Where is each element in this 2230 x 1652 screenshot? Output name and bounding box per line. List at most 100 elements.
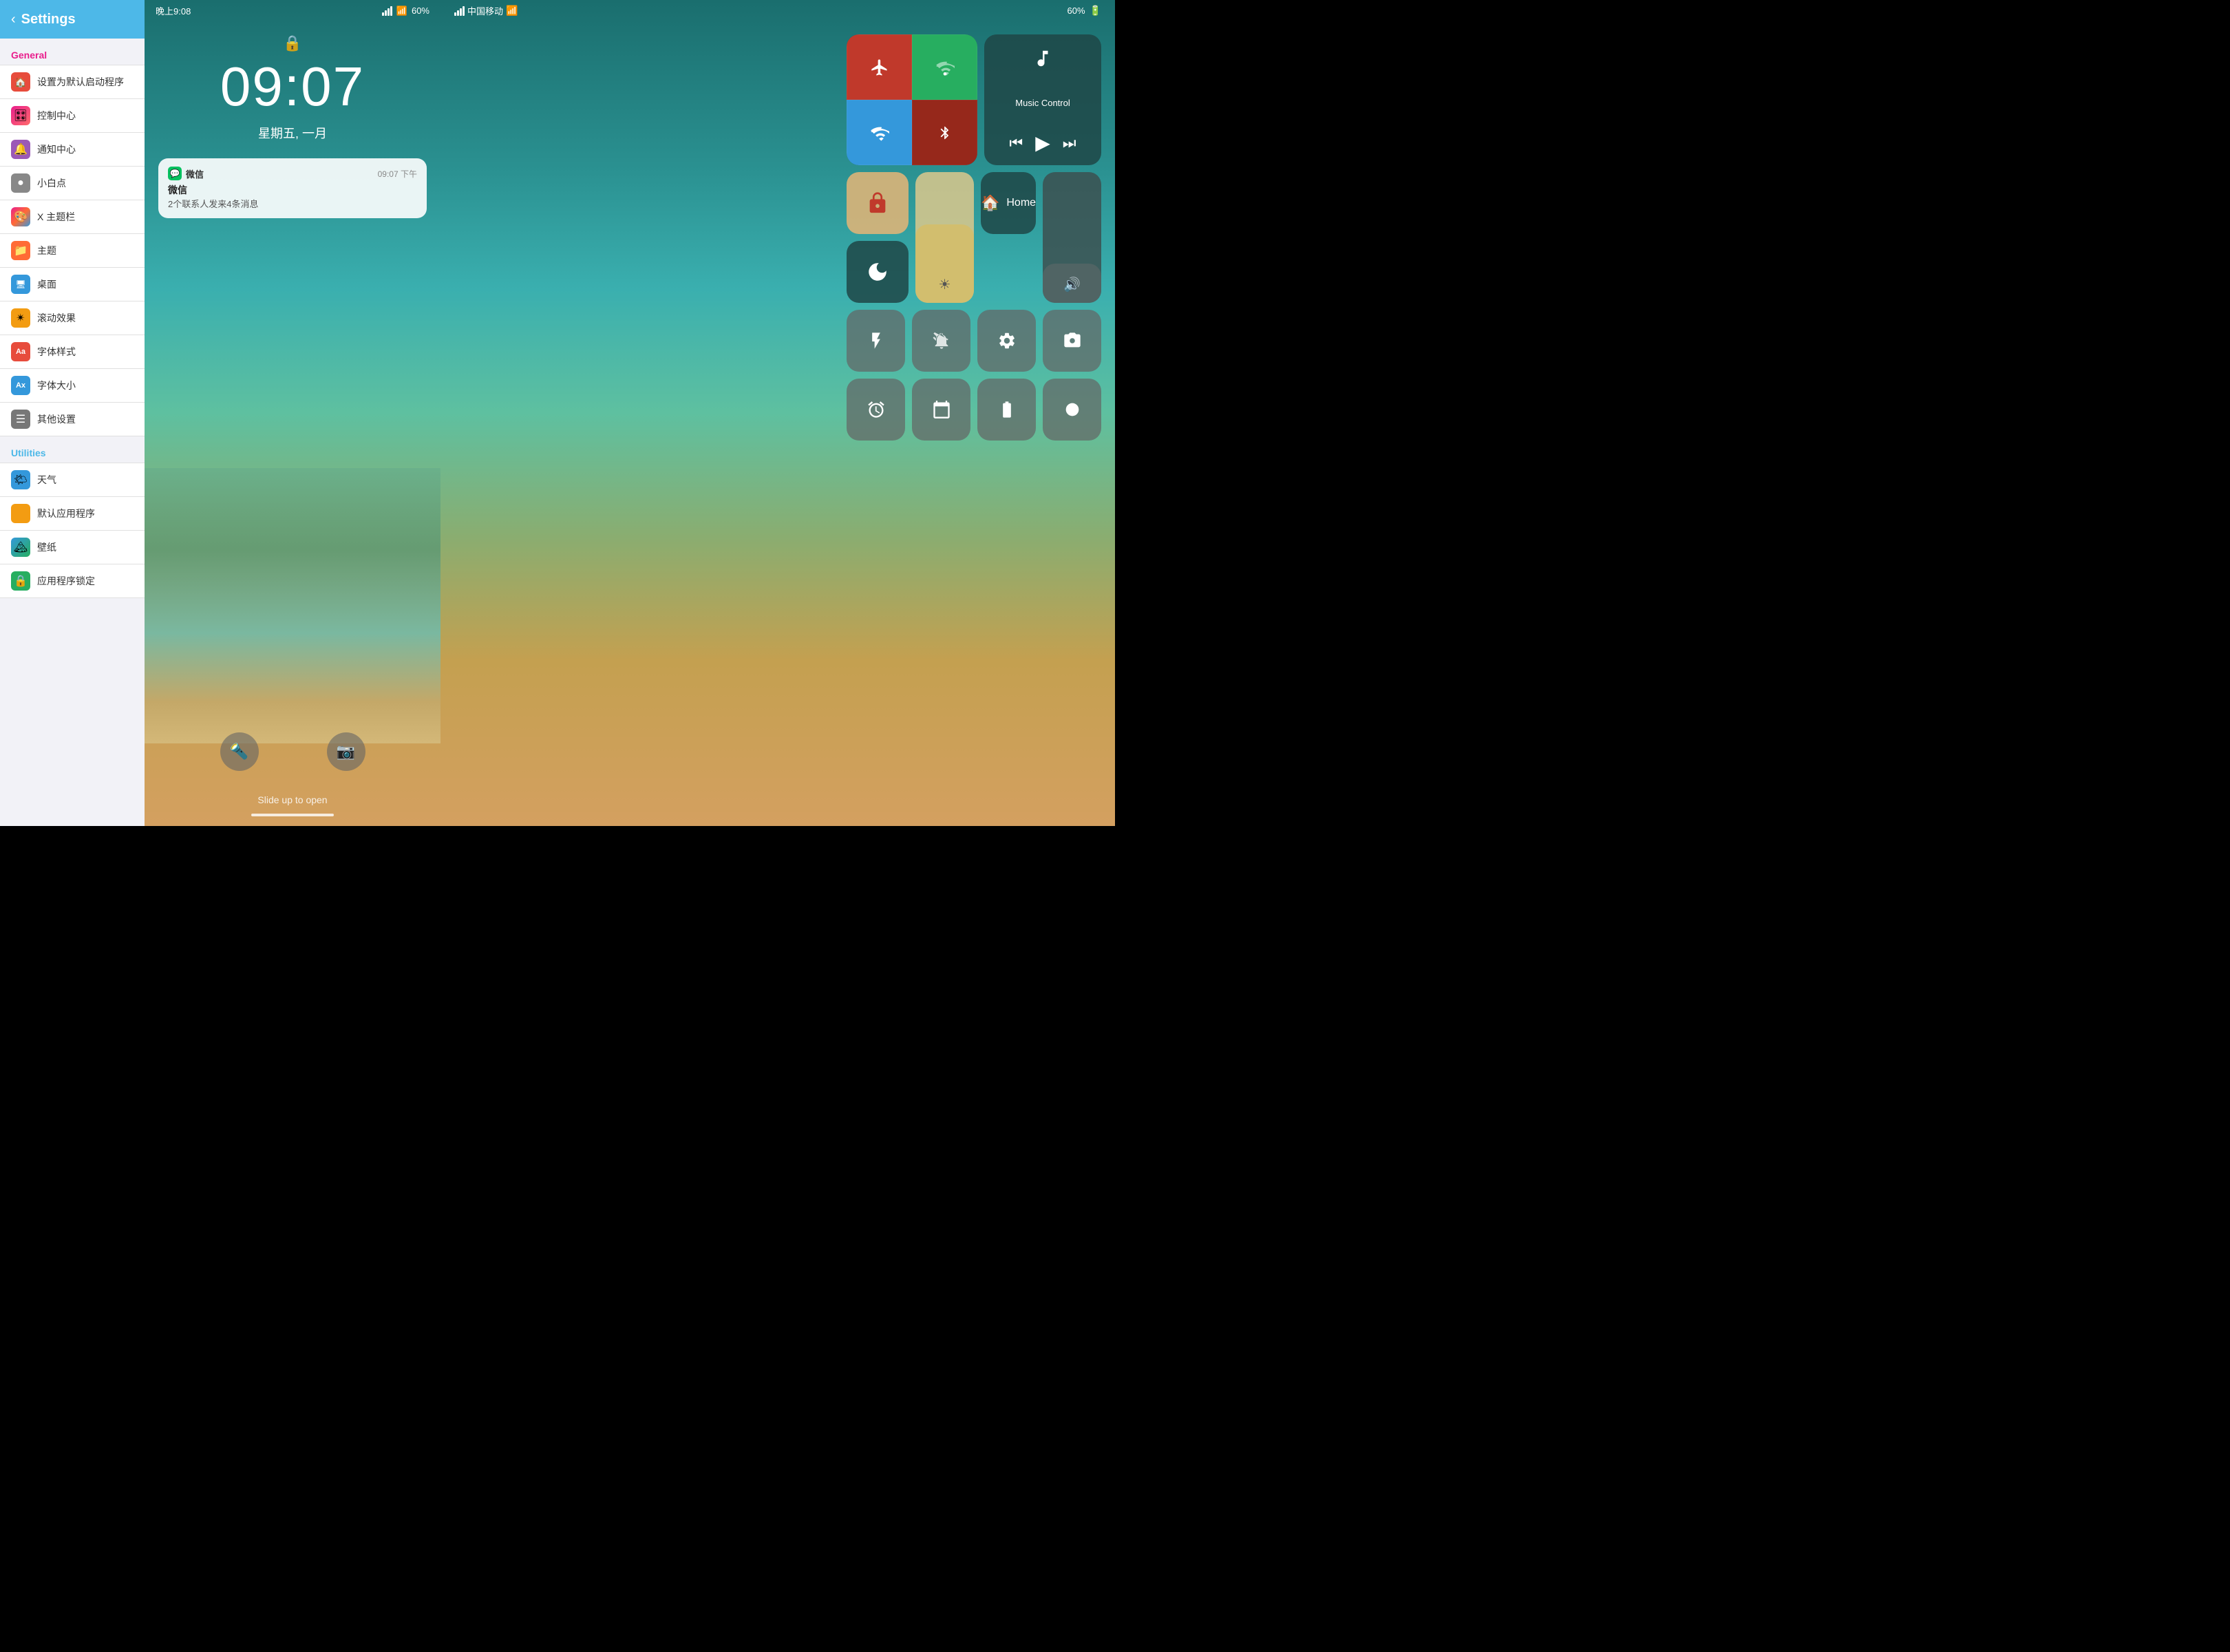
notification-app: 💬 微信 [168,167,204,180]
cc-alarm-button[interactable] [847,379,905,441]
control-center-label: 控制中心 [37,109,76,123]
cc-screen-lock-button[interactable] [847,172,909,234]
cc-carrier: 中国移动 [467,4,503,17]
lock-slide-bar [251,814,334,816]
settings-item-control-center[interactable]: 🎛 控制中心 [0,99,145,133]
cc-calendar-button[interactable] [912,379,970,441]
general-items-group: 🏠 设置为默认启动程序 🎛 控制中心 🔔 通知中心 ● 小白点 🎨 X 主题栏 … [0,65,145,436]
notification-center-label: 通知中心 [37,142,76,156]
settings-item-assistive-touch[interactable]: ● 小白点 [0,167,145,200]
cc-content: Music Control ⏮ ▶ ⏭ [840,28,1108,447]
settings-item-font-size[interactable]: Ax 字体大小 [0,369,145,403]
cc-record-button[interactable] [1043,379,1101,441]
cc-settings-button[interactable] [977,310,1036,372]
desktop-icon: 🖥 [11,275,30,294]
cc-utils-row [847,379,1101,441]
font-style-icon: Aa [11,342,30,361]
cc-airplane-button[interactable] [847,34,912,100]
notification-title: 微信 [168,183,417,197]
music-next-button[interactable]: ⏭ [1063,134,1076,152]
default-apps-label: 默认应用程序 [37,507,95,520]
theme-label: 主题 [37,244,56,257]
font-size-icon: Ax [11,376,30,395]
music-controls: ⏮ ▶ ⏭ [1009,131,1076,154]
settings-item-desktop[interactable]: 🖥 桌面 [0,268,145,301]
settings-header: ‹ Settings [0,0,145,39]
cc-status-left: 中国移动 📶 [454,4,518,17]
notification-body: 2个联系人发来4条消息 [168,197,417,210]
settings-item-weather[interactable]: 🌤 天气 [0,463,145,497]
lock-icon: 🔒 [283,34,301,52]
music-play-button[interactable]: ▶ [1035,131,1050,154]
settings-item-notification-center[interactable]: 🔔 通知中心 [0,133,145,167]
cc-brightness-slider[interactable]: ☀ [915,172,974,303]
lock-notification: 💬 微信 09:07 下午 微信 2个联系人发来4条消息 [158,158,427,218]
home-icon: 🏠 [981,194,999,212]
home-label: Home [1006,197,1036,209]
cc-status-bar: 中国移动 📶 60% 🔋 [440,0,1115,21]
cc-flashlight-button[interactable] [847,310,905,372]
settings-item-default-apps[interactable]: 默认应用程序 [0,497,145,531]
music-note-icon [1032,48,1053,74]
wechat-icon: 💬 [168,167,182,180]
default-launch-icon: 🏠 [11,72,30,92]
cc-row-1: Music Control ⏮ ▶ ⏭ [847,34,1101,165]
settings-content: General 🏠 设置为默认启动程序 🎛 控制中心 🔔 通知中心 ● 小白点 … [0,39,145,826]
app-lock-icon: 🔒 [11,571,30,591]
signal-icon [382,6,392,16]
ocean-background [145,468,440,743]
cc-wifi-icon: 📶 [506,5,518,17]
camera-icon: 📷 [337,743,355,761]
assistive-touch-label: 小白点 [37,176,66,190]
cc-home-button[interactable]: 🏠 Home [981,172,1036,234]
cc-volume-slider[interactable]: 🔊 [1043,172,1101,303]
lock-time-display: 09:07 [220,55,365,118]
lock-slide-text: Slide up to open [257,794,327,805]
app-lock-label: 应用程序锁定 [37,574,95,588]
settings-item-other-settings[interactable]: ☰ 其他设置 [0,403,145,436]
settings-item-font-style[interactable]: Aa 字体样式 [0,335,145,369]
battery-status: 60% [412,6,429,16]
x-theme-bar-icon: 🎨 [11,207,30,226]
weather-label: 天气 [37,473,56,487]
cc-do-not-disturb-button[interactable] [847,241,909,303]
cc-camera-button[interactable] [1043,310,1101,372]
assistive-touch-icon: ● [11,173,30,193]
cc-no-bell-button[interactable] [912,310,970,372]
cc-connectivity-block [847,34,977,165]
section-label-utilities: Utilities [0,436,145,463]
theme-icon: 📁 [11,241,30,260]
utilities-items-group: 🌤 天气 默认应用程序 🏔 壁纸 🔒 应用程序锁定 [0,463,145,598]
lock-bottom-buttons: 🔦 📷 [145,732,440,771]
font-size-label: 字体大小 [37,379,76,392]
cc-hotspot-button[interactable] [912,34,977,100]
cc-bluetooth-button[interactable] [912,100,977,165]
flashlight-icon: 🔦 [230,743,248,761]
section-label-general: General [0,39,145,65]
settings-item-default-launch[interactable]: 🏠 设置为默认启动程序 [0,65,145,99]
scroll-effect-label: 滚动效果 [37,311,76,325]
volume-icon: 🔊 [1063,276,1081,293]
font-style-label: 字体样式 [37,345,76,359]
settings-item-app-lock[interactable]: 🔒 应用程序锁定 [0,564,145,598]
lock-camera-button[interactable]: 📷 [327,732,365,771]
cc-battery-info-button[interactable] [977,379,1036,441]
lock-screen-panel: 晚上9:08 📶 60% 🔒 09:07 星期五, 一月 💬 微信 09:07 … [145,0,440,826]
settings-item-x-theme-bar[interactable]: 🎨 X 主题栏 [0,200,145,234]
default-apps-icon [11,504,30,523]
settings-item-scroll-effect[interactable]: ✴ 滚动效果 [0,301,145,335]
notification-header: 💬 微信 09:07 下午 [168,167,417,180]
cc-battery-icon: 🔋 [1090,5,1101,17]
lock-flashlight-button[interactable]: 🔦 [220,732,259,771]
settings-item-theme[interactable]: 📁 主题 [0,234,145,268]
wifi-icon: 📶 [396,6,407,17]
settings-item-wallpaper[interactable]: 🏔 壁纸 [0,531,145,564]
cc-wifi-button[interactable] [847,100,912,165]
wallpaper-icon: 🏔 [11,538,30,557]
music-prev-button[interactable]: ⏮ [1009,134,1023,152]
music-control-label: Music Control [1015,98,1070,108]
lock-date-display: 星期五, 一月 [258,124,327,142]
lock-status-bar: 晚上9:08 📶 60% [145,0,440,21]
back-icon[interactable]: ‹ [11,12,16,28]
cc-music-control: Music Control ⏮ ▶ ⏭ [984,34,1101,165]
